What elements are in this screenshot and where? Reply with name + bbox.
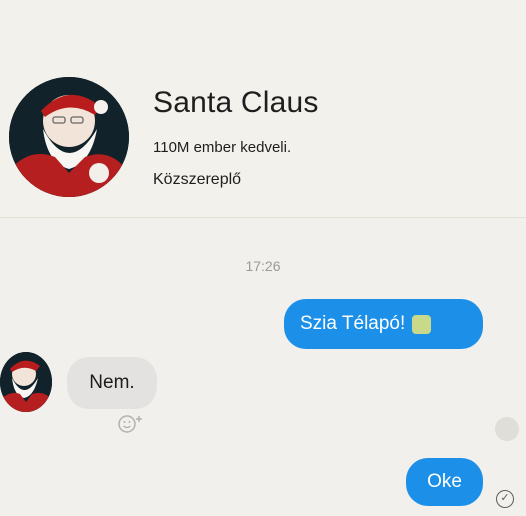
add-reaction-icon[interactable] xyxy=(117,412,147,434)
profile-header: Santa Claus 110M ember kedveli. Közszere… xyxy=(0,0,526,218)
message-text: Szia Télapó! xyxy=(300,313,406,334)
message-text: Nem. xyxy=(89,372,135,393)
message-bubble-incoming[interactable]: Nem. xyxy=(67,357,157,409)
profile-name: Santa Claus xyxy=(153,86,319,119)
delivered-check-icon: ✓ xyxy=(496,490,514,508)
seen-avatar-icon xyxy=(495,417,519,441)
santa-avatar-image xyxy=(9,77,129,197)
message-text: Oke xyxy=(427,471,462,492)
profile-category: Közszereplő xyxy=(153,171,242,188)
profile-likes: 110M ember kedveli. xyxy=(153,139,292,156)
messenger-conversation: Santa Claus 110M ember kedveli. Közszere… xyxy=(0,0,526,516)
message-bubble-outgoing[interactable]: Oke xyxy=(406,458,483,506)
gift-emoji-icon xyxy=(412,314,432,334)
profile-avatar[interactable] xyxy=(9,77,129,197)
sender-avatar[interactable] xyxy=(0,352,52,412)
santa-small-avatar-image xyxy=(0,352,52,412)
message-bubble-outgoing[interactable]: Szia Télapó! xyxy=(284,299,483,349)
message-timestamp: 17:26 xyxy=(245,258,281,274)
